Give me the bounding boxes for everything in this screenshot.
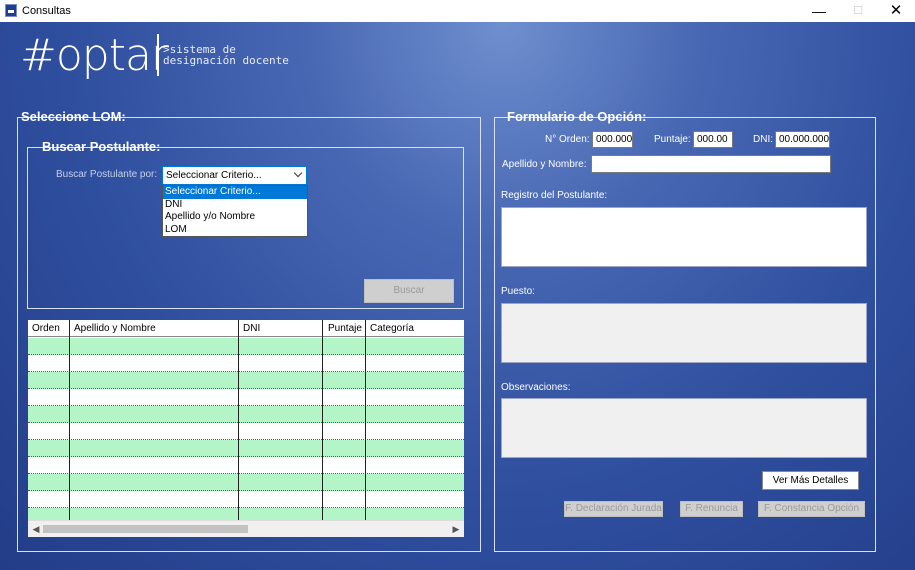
form-group-title: Formulario de Opción:: [507, 109, 647, 124]
constancia-button[interactable]: F. Constancia Opción: [758, 501, 865, 517]
column-divider: [322, 320, 323, 521]
close-button[interactable]: ✕: [876, 0, 915, 22]
logo-subtitle: >sistema de designación docente: [163, 43, 289, 67]
table-row[interactable]: [28, 406, 464, 423]
dropdown-option[interactable]: Apellido y/o Nombre: [163, 211, 307, 224]
registro-label: Registro del Postulante:: [501, 190, 608, 201]
table-row[interactable]: [28, 474, 464, 491]
column-header-nombre[interactable]: Apellido y Nombre: [74, 323, 156, 334]
criteria-dropdown: Seleccionar Criterio... DNI Apellido y/o…: [162, 185, 308, 237]
results-grid[interactable]: Orden Apellido y Nombre DNI Puntaje Cate…: [28, 320, 464, 537]
observaciones-label: Observaciones:: [501, 382, 571, 393]
criteria-select[interactable]: Seleccionar Criterio...: [162, 166, 307, 185]
table-row[interactable]: [28, 389, 464, 406]
table-row[interactable]: [28, 457, 464, 474]
chevron-down-icon: [293, 168, 303, 178]
criteria-label: Buscar Postulante por:: [56, 169, 158, 180]
dni-label: DNI:: [753, 134, 773, 145]
column-divider: [69, 320, 70, 521]
orden-label: N° Orden:: [545, 134, 590, 145]
scroll-right-icon[interactable]: ▶: [450, 524, 462, 534]
dropdown-option[interactable]: Seleccionar Criterio...: [163, 186, 307, 199]
table-row[interactable]: [28, 423, 464, 440]
client-area: #optar >sistema de designación docente S…: [0, 22, 915, 570]
title-bar: Consultas — ☐ ✕: [0, 0, 915, 22]
minimize-button[interactable]: —: [799, 0, 839, 22]
puesto-label: Puesto:: [501, 286, 535, 297]
logo-separator: [157, 34, 159, 76]
column-header-categoria[interactable]: Categoría: [370, 323, 414, 334]
dropdown-option[interactable]: LOM: [163, 224, 307, 237]
column-header-puntaje[interactable]: Puntaje: [328, 323, 362, 334]
maximize-button[interactable]: ☐: [838, 0, 878, 22]
grid-header: Orden Apellido y Nombre DNI Puntaje Cate…: [28, 320, 464, 337]
column-header-orden[interactable]: Orden: [32, 323, 60, 334]
declaracion-button[interactable]: F. Declaración Jurada: [564, 501, 663, 517]
dropdown-option[interactable]: DNI: [163, 199, 307, 212]
registro-textarea[interactable]: [501, 207, 867, 267]
app-logo: #optar >sistema de designación docente: [20, 28, 340, 83]
scrollbar-thumb[interactable]: [43, 525, 248, 533]
search-button[interactable]: Buscar: [364, 279, 454, 303]
criteria-select-value: Seleccionar Criterio...: [166, 170, 262, 181]
puntaje-label: Puntaje:: [654, 134, 691, 145]
search-group-title: Buscar Postulante:: [42, 139, 161, 154]
column-divider: [365, 320, 366, 521]
lom-group-title: Seleccione LOM:: [21, 109, 126, 124]
app-icon: [5, 4, 17, 17]
scroll-left-icon[interactable]: ◀: [30, 524, 42, 534]
details-button[interactable]: Ver Más Detalles: [762, 471, 859, 490]
nombre-field[interactable]: [591, 155, 831, 173]
observaciones-textarea[interactable]: [501, 398, 867, 458]
table-row[interactable]: [28, 338, 464, 355]
renuncia-button[interactable]: F. Renuncia: [680, 501, 743, 517]
logo-text: #optar: [20, 30, 169, 81]
dni-field[interactable]: 00.000.000: [775, 131, 830, 148]
column-header-dni[interactable]: DNI: [243, 323, 260, 334]
puntaje-field[interactable]: 000.00: [693, 131, 733, 148]
window-title: Consultas: [22, 5, 71, 17]
column-divider: [238, 320, 239, 521]
grid-horizontal-scrollbar[interactable]: ◀ ▶: [28, 520, 464, 537]
nombre-label: Apellido y Nombre:: [502, 159, 587, 170]
table-row[interactable]: [28, 440, 464, 457]
table-row[interactable]: [28, 372, 464, 389]
puesto-textarea[interactable]: [501, 303, 867, 363]
orden-field[interactable]: 000.000: [592, 131, 633, 148]
table-row[interactable]: [28, 491, 464, 508]
table-row[interactable]: [28, 355, 464, 372]
